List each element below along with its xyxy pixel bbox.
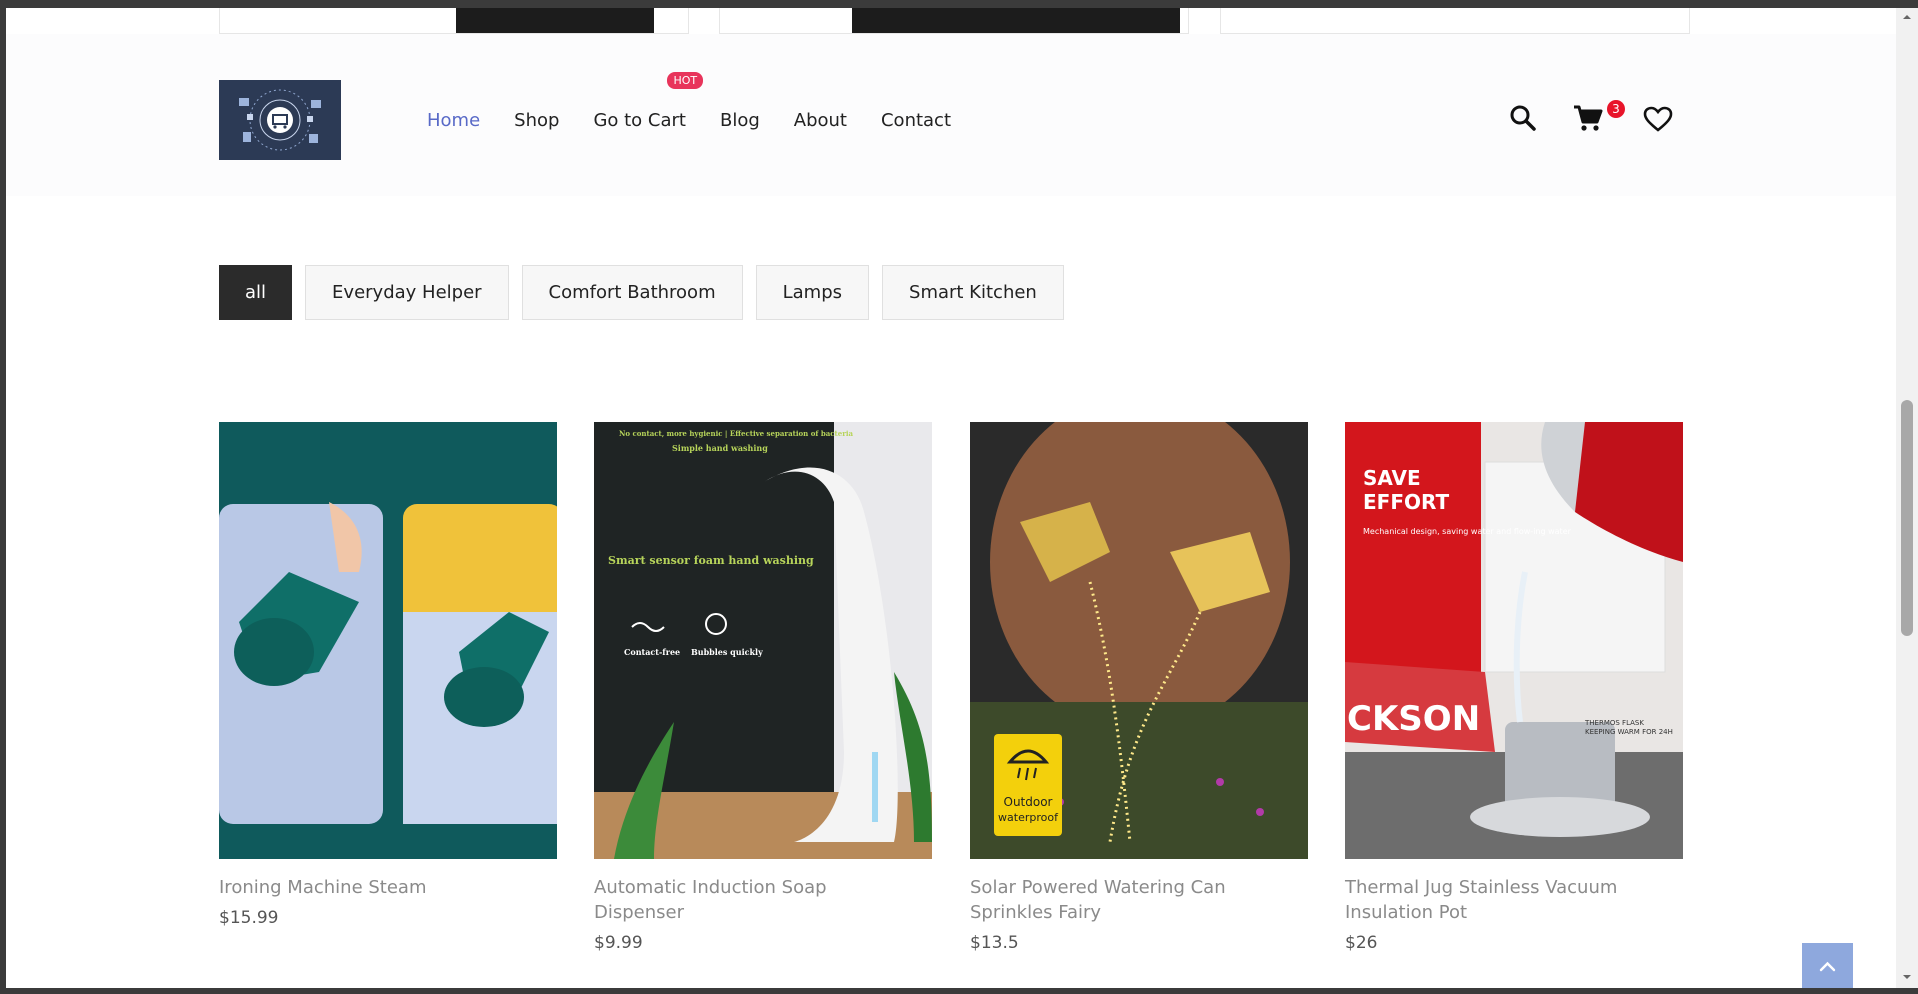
product-card[interactable]: Ironing Machine Steam $15.99: [219, 422, 557, 928]
nav-go-to-cart-label: Go to Cart: [593, 110, 686, 131]
image-caption: KEEPING WARM FOR 24H: [1585, 728, 1673, 736]
product-price: $15.99: [219, 908, 279, 928]
site-logo[interactable]: [219, 80, 341, 160]
image-title: EFFORT: [1363, 490, 1449, 514]
product-price: $13.5: [970, 933, 1019, 953]
filter-everyday-helper[interactable]: Everyday Helper: [305, 265, 509, 320]
main-nav: Home Shop Go to Cart HOT Blog About Cont…: [427, 72, 985, 131]
image-title: SAVE: [1363, 466, 1421, 490]
previous-card: [219, 8, 689, 34]
filter-comfort-bathroom[interactable]: Comfort Bathroom: [521, 265, 743, 320]
image-caption: Simple hand washing: [672, 443, 768, 453]
product-image[interactable]: [219, 422, 557, 859]
chevron-up-icon: [1819, 961, 1836, 972]
image-caption: No contact, more hygienic | Effective se…: [619, 429, 854, 438]
scroll-down-arrow-icon[interactable]: [1902, 972, 1912, 982]
image-caption: THERMOS FLASK: [1584, 719, 1644, 727]
nav-go-to-cart[interactable]: Go to Cart HOT: [593, 72, 704, 131]
previous-card: [1220, 8, 1690, 34]
product-price: $9.99: [594, 933, 643, 953]
product-name[interactable]: Thermal Jug Stainless Vacuum Insulation …: [1345, 875, 1645, 925]
scroll-to-top-button[interactable]: [1802, 943, 1853, 988]
scrollbar-thumb[interactable]: [1901, 400, 1913, 636]
nav-home[interactable]: Home: [427, 110, 480, 131]
previous-card: [719, 8, 1189, 34]
scroll-up-arrow-icon[interactable]: [1902, 12, 1912, 22]
image-caption: Contact-free: [624, 647, 680, 657]
image-book-text: CKSON: [1347, 699, 1480, 739]
image-caption: Smart sensor foam hand washing: [608, 554, 814, 567]
product-price: $26: [1345, 933, 1378, 953]
search-icon[interactable]: [1509, 104, 1537, 137]
filter-smart-kitchen[interactable]: Smart Kitchen: [882, 265, 1064, 320]
nav-contact[interactable]: Contact: [881, 110, 951, 131]
cart-icon[interactable]: [1573, 104, 1603, 137]
image-badge-text: waterproof: [998, 811, 1059, 824]
product-name[interactable]: Solar Powered Watering Can Sprinkles Fai…: [970, 875, 1270, 925]
product-image[interactable]: SAVE EFFORT Mechanical design, saving wa…: [1345, 422, 1683, 859]
filter-all[interactable]: all: [219, 265, 293, 320]
hot-badge: HOT: [667, 72, 704, 89]
product-name[interactable]: Automatic Induction Soap Dispenser: [594, 875, 894, 925]
product-card[interactable]: SAVE EFFORT Mechanical design, saving wa…: [1345, 422, 1683, 953]
cart-count-badge: 3: [1607, 100, 1625, 118]
nav-blog[interactable]: Blog: [720, 110, 760, 131]
product-image[interactable]: Outdoor waterproof: [970, 422, 1308, 859]
filter-lamps[interactable]: Lamps: [755, 265, 870, 320]
product-card[interactable]: Outdoor waterproof Solar Powered Waterin…: [970, 422, 1308, 953]
image-caption: Mechanical design, saving water and flow…: [1363, 527, 1572, 536]
product-image[interactable]: No contact, more hygienic | Effective se…: [594, 422, 932, 859]
product-card[interactable]: No contact, more hygienic | Effective se…: [594, 422, 932, 953]
browser-viewport: Home Shop Go to Cart HOT Blog About Cont…: [6, 8, 1896, 988]
product-name[interactable]: Ironing Machine Steam: [219, 875, 519, 900]
category-filters: all Everyday Helper Comfort Bathroom Lam…: [219, 265, 1077, 320]
image-badge-text: Outdoor: [1004, 795, 1053, 809]
nav-shop[interactable]: Shop: [514, 110, 559, 131]
nav-about[interactable]: About: [794, 110, 847, 131]
heart-icon[interactable]: [1643, 106, 1673, 137]
image-caption: Bubbles quickly: [691, 647, 763, 657]
